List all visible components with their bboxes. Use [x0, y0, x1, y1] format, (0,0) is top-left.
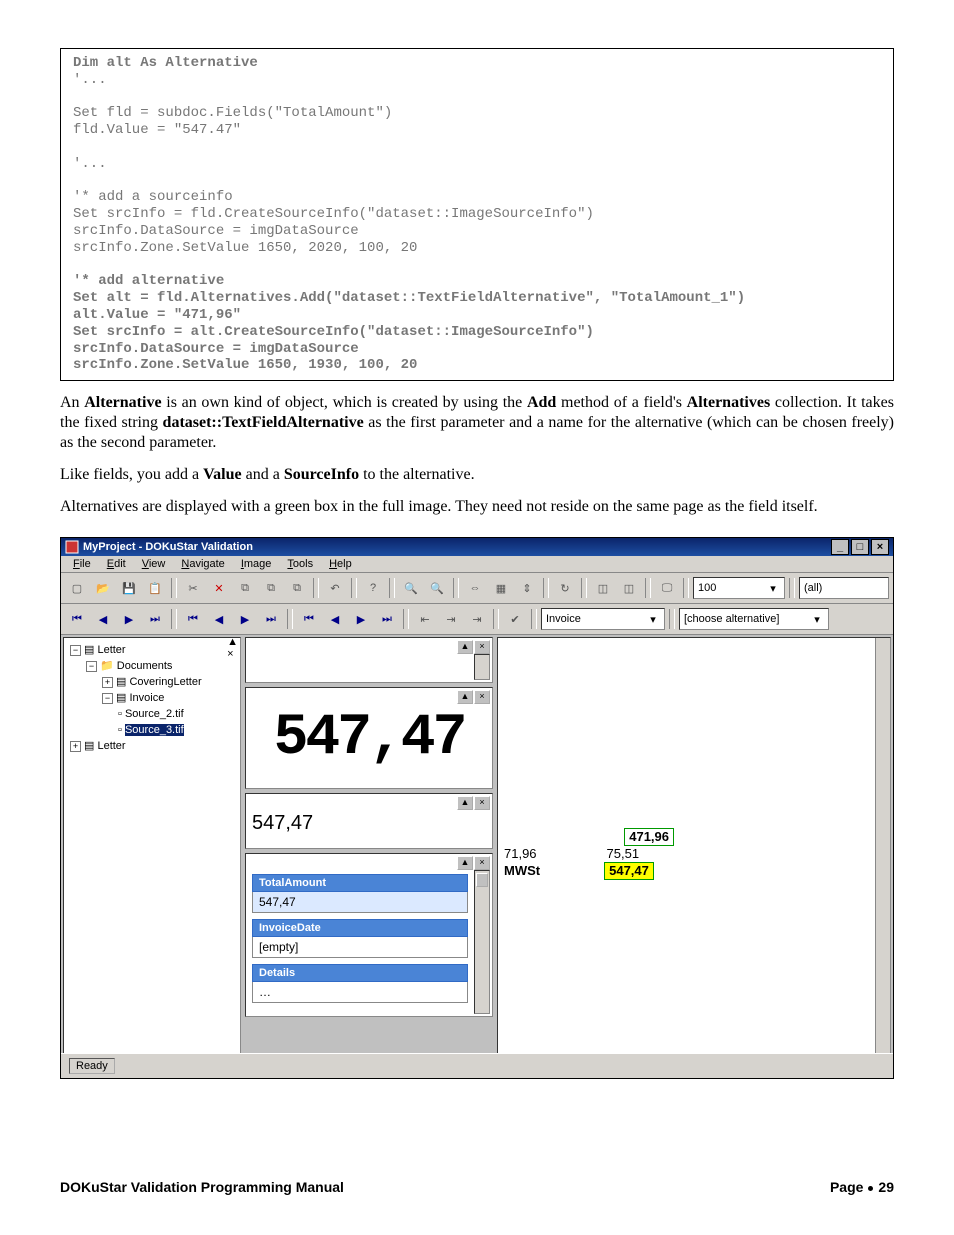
tree-node-source3[interactable]: ▫ Source_3.tif: [66, 722, 238, 738]
menu-edit[interactable]: Edit: [101, 558, 132, 570]
tree-node-invoice[interactable]: −▤ Invoice: [66, 690, 238, 706]
document-tree[interactable]: ▲× −▤ Letter −📁 Documents +▤ CoveringLet…: [63, 637, 241, 1073]
paste2-icon[interactable]: ⧉: [285, 576, 309, 600]
alternative-combo[interactable]: [choose alternative]▾: [679, 608, 829, 630]
first3-icon[interactable]: ⏮: [297, 607, 321, 631]
tree-node-source2[interactable]: ▫ Source_2.tif: [66, 706, 238, 722]
close-pane-button[interactable]: ×: [474, 690, 490, 704]
cut-icon[interactable]: ✂: [181, 576, 205, 600]
spellcheck-icon[interactable]: ✔: [503, 607, 527, 631]
toolbar-1: ▢ 📂 💾 📋 ✂ ✕ ⧉ ⧉ ⧉ ↶ ? 🔍 🔍 ⇔ ▦ ⇕ ↻ ◫ ◫: [61, 573, 893, 604]
filter-combo[interactable]: (all): [799, 577, 889, 599]
close-pane-button[interactable]: ×: [474, 856, 490, 870]
menu-file[interactable]: File: [67, 558, 97, 570]
page-footer: DOKuStar Validation Programming Manual P…: [60, 1179, 894, 1195]
menu-tools[interactable]: Tools: [281, 558, 319, 570]
status-bar: Ready: [61, 1053, 893, 1078]
collapse-button[interactable]: ▲: [457, 640, 473, 654]
field-totalamount[interactable]: TotalAmount 547,47: [252, 874, 468, 913]
fit-width-icon[interactable]: ⇔: [463, 576, 487, 600]
maximize-button[interactable]: □: [851, 539, 869, 555]
next3-icon[interactable]: ▶: [349, 607, 373, 631]
scrollbar[interactable]: [474, 870, 490, 1014]
copy-icon[interactable]: ⧉: [233, 576, 257, 600]
paragraph-1: An Alternative is an own kind of object,…: [60, 393, 894, 453]
paragraph-3: Alternatives are displayed with a green …: [60, 497, 894, 517]
snippet-pane: ▲× 547,47: [245, 687, 493, 789]
tree-node-coveringletter[interactable]: +▤ CoveringLetter: [66, 674, 238, 690]
tree-node-letter-2[interactable]: +▤ Letter: [66, 738, 238, 754]
paste-icon[interactable]: 📋: [143, 576, 167, 600]
menu-help[interactable]: Help: [323, 558, 358, 570]
last3-icon[interactable]: ⏭: [375, 607, 399, 631]
menu-image[interactable]: Image: [235, 558, 278, 570]
prev-icon[interactable]: ◀: [91, 607, 115, 631]
edit-pane: ▲× 547,47: [245, 793, 493, 849]
layout1-icon[interactable]: ◫: [591, 576, 615, 600]
refresh-icon[interactable]: ↻: [553, 576, 577, 600]
delete-icon[interactable]: ✕: [207, 576, 231, 600]
first-icon[interactable]: ⏮: [65, 607, 89, 631]
doctype-combo[interactable]: Invoice▾: [541, 608, 665, 630]
next2-icon[interactable]: ▶: [233, 607, 257, 631]
tree-node-letter-1[interactable]: −▤ Letter: [66, 642, 238, 658]
minimize-button[interactable]: _: [831, 539, 849, 555]
close-button[interactable]: ×: [871, 539, 889, 555]
collapse-button[interactable]: ▲: [457, 796, 473, 810]
field-invoicedate[interactable]: InvoiceDate [empty]: [252, 919, 468, 958]
fit-height-icon[interactable]: ⇕: [515, 576, 539, 600]
indent3-icon[interactable]: ⇥: [465, 607, 489, 631]
code-listing: Dim alt As Alternative '... Set fld = su…: [60, 48, 894, 381]
fields-pane: ▲× TotalAmount 547,47 InvoiceDate [empty…: [245, 853, 493, 1017]
collapse-button[interactable]: ▲: [457, 690, 473, 704]
field-details[interactable]: Details …: [252, 964, 468, 1003]
indent1-icon[interactable]: ⇤: [413, 607, 437, 631]
collapse-button[interactable]: ▲: [457, 856, 473, 870]
ocr-text: MWSt: [504, 863, 540, 879]
toolbar-2: ⏮ ◀ ▶ ⏭ ⏮ ◀ ▶ ⏭ ⏮ ◀ ▶ ⏭ ⇤ ⇥ ⇥ ✔ Invoice▾…: [61, 604, 893, 635]
first2-icon[interactable]: ⏮: [181, 607, 205, 631]
last2-icon[interactable]: ⏭: [259, 607, 283, 631]
indent2-icon[interactable]: ⇥: [439, 607, 463, 631]
open-icon[interactable]: 📂: [91, 576, 115, 600]
menu-view[interactable]: View: [136, 558, 172, 570]
app-screenshot: MyProject - DOKuStar Validation _ □ × Fi…: [60, 537, 894, 1079]
window-title: MyProject - DOKuStar Validation: [83, 541, 253, 553]
prev3-icon[interactable]: ◀: [323, 607, 347, 631]
menu-bar: File Edit View Navigate Image Tools Help: [61, 556, 893, 573]
zoom-out-icon[interactable]: 🔍: [425, 576, 449, 600]
selected-value-box: 547,47: [604, 862, 654, 880]
ocr-text: 71,96: [504, 846, 537, 862]
copy2-icon[interactable]: ⧉: [259, 576, 283, 600]
zoom-in-icon[interactable]: 🔍: [399, 576, 423, 600]
ocr-text: 75,51: [607, 846, 640, 862]
next-icon[interactable]: ▶: [117, 607, 141, 631]
prev2-icon[interactable]: ◀: [207, 607, 231, 631]
menu-navigate[interactable]: Navigate: [175, 558, 230, 570]
zoom-combo[interactable]: 100▾: [693, 577, 785, 599]
new-icon[interactable]: ▢: [65, 576, 89, 600]
alternative-box: 471,96: [624, 828, 674, 846]
image-viewer[interactable]: 471,96 71,96 75,51 MWSt 547,47: [497, 637, 891, 1073]
last-icon[interactable]: ⏭: [143, 607, 167, 631]
fit-page-icon[interactable]: ▦: [489, 576, 513, 600]
close-pane-button[interactable]: ×: [474, 796, 490, 810]
help-icon[interactable]: ?: [361, 576, 385, 600]
footer-page: Page29: [830, 1179, 894, 1195]
title-bar: MyProject - DOKuStar Validation _ □ ×: [61, 538, 893, 556]
edit-value[interactable]: 547,47: [252, 812, 313, 835]
snippet-value: 547,47: [274, 706, 465, 771]
tree-node-documents[interactable]: −📁 Documents: [66, 658, 238, 674]
vertical-scrollbar[interactable]: [875, 638, 890, 1058]
app-icon: [65, 540, 79, 554]
status-text: Ready: [69, 1058, 115, 1074]
save-icon[interactable]: 💾: [117, 576, 141, 600]
snippet-pane-top: ▲×: [245, 637, 493, 683]
view-icon[interactable]: 🖵: [655, 576, 679, 600]
layout2-icon[interactable]: ◫: [617, 576, 641, 600]
paragraph-2: Like fields, you add a Value and a Sourc…: [60, 465, 894, 485]
footer-title: DOKuStar Validation Programming Manual: [60, 1179, 344, 1195]
undo-icon[interactable]: ↶: [323, 576, 347, 600]
close-pane-button[interactable]: ×: [474, 640, 490, 654]
